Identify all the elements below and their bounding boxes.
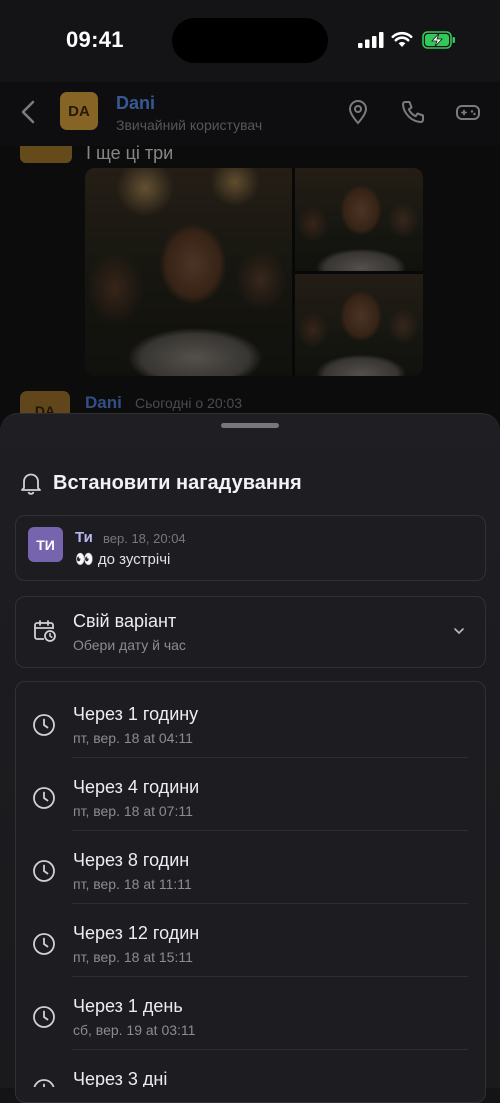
status-time: 09:41 <box>66 27 124 52</box>
clock-icon <box>33 714 55 736</box>
option-subtitle: пт, вер. 18 at 04:11 <box>73 730 193 746</box>
quoted-message-time: вер. 18, 20:04 <box>103 531 186 546</box>
battery-charging-icon <box>422 31 455 49</box>
chevron-down-icon[interactable] <box>452 624 466 638</box>
option-title: Через 1 годину <box>73 704 199 724</box>
custom-option-title: Свій варіант <box>73 611 177 631</box>
clock-icon <box>33 1006 55 1028</box>
clock-icon <box>33 1079 55 1087</box>
cellular-signal-icon <box>358 32 384 48</box>
quoted-message-author: Ти <box>75 529 93 546</box>
reminder-option-1d[interactable]: Через 1 день сб, вер. 19 at 03:11 <box>16 976 484 1048</box>
clock-icon <box>33 933 55 955</box>
option-title: Через 8 годин <box>73 850 190 870</box>
bell-icon <box>21 473 41 495</box>
reminder-option-4h[interactable]: Через 4 години пт, вер. 18 at 07:11 <box>16 757 484 829</box>
option-subtitle: пт, вер. 18 at 11:11 <box>73 876 192 892</box>
option-title: Через 12 годин <box>73 923 200 943</box>
option-subtitle: пт, вер. 18 at 15:11 <box>73 949 193 965</box>
calendar-clock-icon <box>34 620 56 642</box>
wifi-icon <box>391 31 413 47</box>
quoted-message-text: 👀 до зустрічі <box>75 551 171 568</box>
option-subtitle: сб, вер. 19 at 03:11 <box>73 1022 196 1038</box>
sheet-grabber[interactable] <box>221 423 279 428</box>
option-subtitle: пт, вер. 18 at 07:11 <box>73 803 193 819</box>
clock-icon <box>33 860 55 882</box>
clock-icon <box>33 787 55 809</box>
dynamic-island <box>172 18 328 63</box>
reminder-option-8h[interactable]: Через 8 годин пт, вер. 18 at 11:11 <box>16 830 484 902</box>
option-title: Через 4 години <box>73 777 200 797</box>
reminder-option-1h[interactable]: Через 1 годину пт, вер. 18 at 04:11 <box>16 684 484 756</box>
custom-option-subtitle: Обери дату й час <box>73 637 186 653</box>
quoted-message-avatar: ТИ <box>28 527 63 562</box>
reminder-option-12h[interactable]: Через 12 годин пт, вер. 18 at 15:11 <box>16 903 484 975</box>
sheet-title: Встановити нагадування <box>53 472 302 494</box>
custom-time-option[interactable] <box>15 596 486 668</box>
sheet-backdrop[interactable] <box>0 82 500 427</box>
option-title: Через 3 дні <box>73 1069 168 1087</box>
reminder-option-3d[interactable]: Через 3 дні <box>16 1049 484 1087</box>
quoted-message-card <box>15 515 486 581</box>
option-title: Через 1 день <box>73 996 183 1016</box>
